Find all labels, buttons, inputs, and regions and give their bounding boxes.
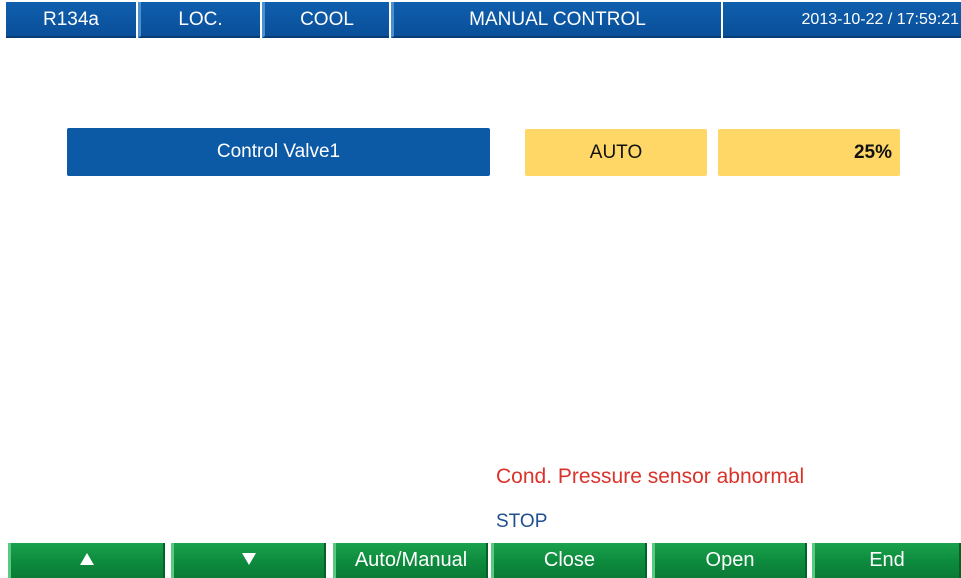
triangle-up-icon xyxy=(80,553,94,566)
softkey-bar: Auto/Manual Close Open End xyxy=(0,543,961,578)
control-value-field[interactable]: 25% xyxy=(718,129,900,176)
date-time-display: 2013-10-22 / 17:59:21 xyxy=(723,2,961,38)
status-message: STOP xyxy=(496,511,548,532)
up-button[interactable] xyxy=(8,543,165,578)
down-button[interactable] xyxy=(171,543,326,578)
close-button[interactable]: Close xyxy=(491,543,647,578)
operation-mode-indicator: COOL xyxy=(262,2,389,38)
control-item-label[interactable]: Control Valve1 xyxy=(67,128,490,176)
header-bar: R134a LOC. COOL MANUAL CONTROL 2013-10-2… xyxy=(0,0,961,42)
auto-manual-button[interactable]: Auto/Manual xyxy=(333,543,488,578)
alarm-message: Cond. Pressure sensor abnormal xyxy=(496,465,805,488)
control-mode-field[interactable]: AUTO xyxy=(525,129,707,176)
end-button[interactable]: End xyxy=(812,543,961,578)
manual-control-screen: R134a LOC. COOL MANUAL CONTROL 2013-10-2… xyxy=(0,0,961,578)
location-indicator: LOC. xyxy=(138,2,260,38)
page-title: MANUAL CONTROL xyxy=(391,2,721,38)
open-button[interactable]: Open xyxy=(652,543,807,578)
refrigerant-indicator: R134a xyxy=(6,2,136,38)
triangle-down-icon xyxy=(242,553,256,566)
